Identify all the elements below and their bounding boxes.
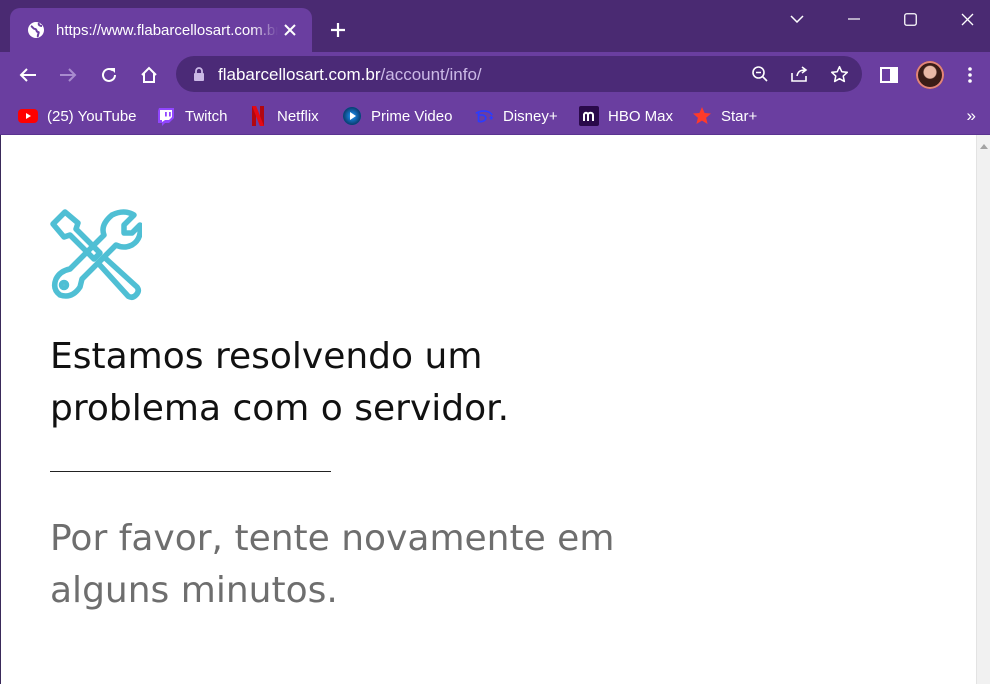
netflix-icon bbox=[248, 106, 268, 126]
browser-menu-icon[interactable] bbox=[956, 61, 984, 89]
bookmark-label: HBO Max bbox=[608, 107, 674, 125]
url-text[interactable]: flabarcellosart.com.br/account/info/ bbox=[218, 65, 482, 85]
side-panel-icon[interactable] bbox=[875, 61, 903, 89]
disney-plus-icon bbox=[474, 106, 494, 126]
forward-button[interactable] bbox=[54, 61, 82, 89]
page-viewport: Estamos resolvendo um problema com o ser… bbox=[0, 135, 990, 684]
bookmarks-overflow-button[interactable]: » bbox=[967, 106, 976, 126]
browser-title-bar: https://www.flabarcellosart.com.br/accou… bbox=[0, 0, 990, 52]
youtube-icon bbox=[18, 106, 38, 126]
bookmark-label: Star+ bbox=[721, 107, 758, 125]
wrench-screwdriver-icon bbox=[50, 209, 142, 301]
error-subtext: Por favor, tente novamente em alguns min… bbox=[50, 518, 615, 611]
bookmark-hbo-max[interactable]: HBO Max bbox=[579, 104, 673, 128]
twitch-icon bbox=[156, 106, 176, 126]
window-edge bbox=[0, 135, 1, 684]
bookmark-label: Netflix bbox=[277, 107, 319, 125]
lock-icon[interactable] bbox=[192, 66, 206, 82]
bookmark-netflix[interactable]: Netflix bbox=[248, 104, 319, 128]
browser-tab-active[interactable]: https://www.flabarcellosart.com.br/accou… bbox=[10, 8, 312, 52]
new-tab-button[interactable] bbox=[326, 18, 350, 42]
bookmark-twitch[interactable]: Twitch bbox=[156, 104, 228, 128]
profile-avatar[interactable] bbox=[916, 61, 944, 89]
bookmark-star-plus[interactable]: Star+ bbox=[692, 104, 757, 128]
bookmark-star-icon[interactable] bbox=[827, 62, 851, 86]
bookmark-label: Prime Video bbox=[371, 107, 453, 125]
bookmark-youtube[interactable]: (25) YouTube bbox=[18, 104, 137, 128]
vertical-scrollbar[interactable] bbox=[976, 135, 990, 684]
share-icon[interactable] bbox=[788, 62, 812, 86]
browser-toolbar: flabarcellosart.com.br/account/info/ bbox=[0, 52, 990, 98]
bookmark-label: (25) YouTube bbox=[47, 107, 137, 125]
tab-search-chevron-icon[interactable] bbox=[774, 6, 820, 32]
scroll-up-arrow-icon[interactable] bbox=[980, 144, 988, 149]
bookmarks-bar: (25) YouTube Twitch Netflix Prime Video … bbox=[0, 98, 990, 135]
minimize-button[interactable] bbox=[831, 6, 877, 32]
prime-video-icon bbox=[342, 106, 362, 126]
star-plus-icon bbox=[692, 106, 712, 126]
error-headline: Estamos resolvendo um problema com o ser… bbox=[50, 336, 510, 429]
maximize-button[interactable] bbox=[887, 6, 933, 32]
close-tab-icon[interactable] bbox=[280, 20, 300, 40]
divider-line bbox=[50, 471, 331, 472]
globe-icon bbox=[26, 20, 46, 40]
bookmark-disney-plus[interactable]: Disney+ bbox=[474, 104, 558, 128]
reload-button[interactable] bbox=[95, 61, 123, 89]
tab-title: https://www.flabarcellosart.com.br/accou… bbox=[56, 21, 278, 39]
url-host: flabarcellosart.com.br bbox=[218, 65, 381, 84]
url-path: /account/info/ bbox=[380, 65, 482, 84]
home-button[interactable] bbox=[135, 61, 163, 89]
bookmark-label: Disney+ bbox=[503, 107, 558, 125]
zoom-icon[interactable] bbox=[748, 62, 772, 86]
bookmark-label: Twitch bbox=[185, 107, 228, 125]
close-window-button[interactable] bbox=[944, 6, 990, 32]
hbo-max-icon bbox=[579, 106, 599, 126]
address-bar[interactable]: flabarcellosart.com.br/account/info/ bbox=[176, 56, 862, 92]
back-button[interactable] bbox=[14, 61, 42, 89]
bookmark-prime-video[interactable]: Prime Video bbox=[342, 104, 452, 128]
